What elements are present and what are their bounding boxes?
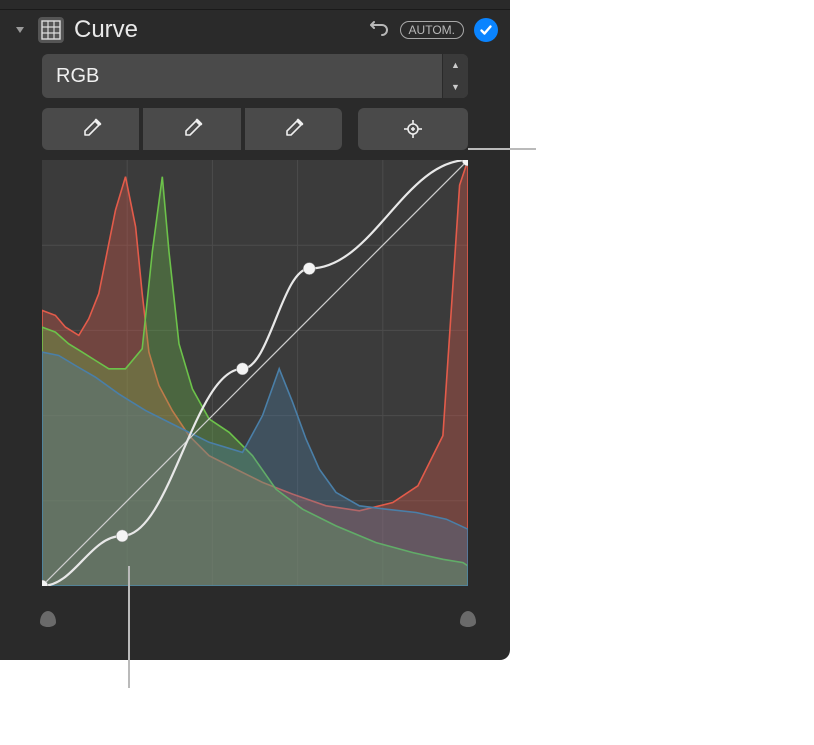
enabled-check-icon[interactable] (474, 18, 498, 42)
dropdown-stepper-icon[interactable]: ▲ ▼ (442, 54, 468, 98)
section-header: Curve AUTOM. (0, 10, 510, 54)
top-divider (0, 0, 510, 10)
callout-leader-top (468, 148, 536, 150)
section-title: Curve (74, 16, 360, 44)
header-actions: AUTOM. (370, 18, 498, 42)
eyedropper-row (42, 108, 468, 150)
curve-panel: Curve AUTOM. RGB ▲ ▼ (0, 0, 510, 660)
callout-leader-bottom (128, 566, 130, 688)
eyedropper-highlights-button[interactable] (245, 108, 342, 150)
curve-graph[interactable] (42, 160, 468, 586)
disclosure-triangle-icon[interactable] (14, 24, 28, 36)
white-point-slider[interactable] (460, 611, 476, 627)
black-point-slider[interactable] (40, 611, 56, 627)
eyedropper-shadows-button[interactable] (42, 108, 139, 150)
auto-button[interactable]: AUTOM. (400, 21, 464, 39)
eyedropper-midtones-button[interactable] (143, 108, 240, 150)
channel-dropdown[interactable]: RGB ▲ ▼ (42, 54, 468, 98)
add-point-button[interactable] (358, 108, 468, 150)
undo-icon[interactable] (370, 19, 390, 42)
dropdown-value: RGB (56, 65, 99, 88)
curves-grid-icon (38, 17, 64, 43)
